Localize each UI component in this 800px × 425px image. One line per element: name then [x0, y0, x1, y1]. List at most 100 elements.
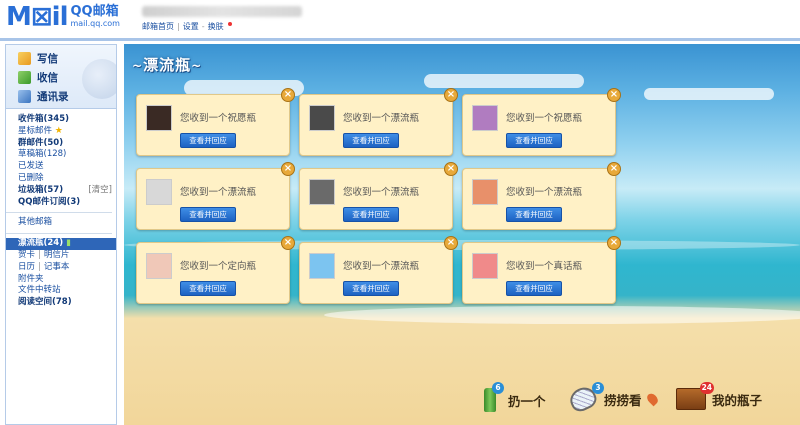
bottle-message: 您收到一个定向瓶 — [180, 261, 257, 272]
folder-list: 收件箱(345) 星标邮件 ★ 群邮件(50) 草稿箱(128) 已发送 已删除… — [6, 109, 116, 309]
penguin-watermark — [82, 59, 116, 99]
folder-subscriptions[interactable]: QQ邮件订阅(3) — [18, 197, 116, 209]
close-icon[interactable]: × — [607, 162, 621, 176]
folder-other-mailbox[interactable]: 其他邮箱 — [18, 217, 116, 229]
link-file-transfer[interactable]: 文件中转站 — [18, 285, 116, 297]
folder-deleted[interactable]: 已删除 — [18, 173, 116, 185]
view-respond-button[interactable]: 查看并回应 — [343, 133, 399, 148]
my-bottles-badge: 24 — [699, 382, 714, 394]
view-respond-button[interactable]: 查看并回应 — [343, 207, 399, 222]
drift-bottle-panel: ~漂流瓶~ 您收到一个祝愿瓶 查看并回应 × 您收到一个漂流瓶 查看并回应 × … — [124, 44, 800, 425]
link-postcard[interactable]: 明信片 — [44, 250, 70, 260]
avatar — [146, 105, 172, 131]
bottle-card: 您收到一个真话瓶 查看并回应 × — [462, 236, 621, 304]
avatar — [309, 105, 335, 131]
folder-inbox[interactable]: 收件箱(345) — [18, 114, 116, 126]
avatar — [309, 179, 335, 205]
bottle-message: 您收到一个漂流瓶 — [343, 261, 420, 272]
my-bottles-button[interactable]: 24 我的瓶子 — [676, 382, 762, 410]
close-icon[interactable]: × — [607, 236, 621, 250]
bottle-card: 您收到一个漂流瓶 查看并回应 × — [299, 88, 458, 156]
link-notes[interactable]: 记事本 — [44, 262, 70, 272]
star-icon: ★ — [54, 125, 63, 136]
logo-url: mail.qq.com — [70, 19, 120, 28]
empty-spam-link[interactable]: [清空] — [88, 185, 112, 197]
logo-title: QQ邮箱 — [70, 4, 119, 19]
close-icon[interactable]: × — [444, 236, 458, 250]
folder-starred[interactable]: 星标邮件 ★ — [18, 126, 116, 138]
link-greeting-card[interactable]: 贺卡 — [18, 250, 35, 260]
folder-drafts[interactable]: 草稿箱(128) — [18, 149, 116, 161]
bottle-card: 您收到一个漂流瓶 查看并回应 × — [299, 162, 458, 230]
folder-drift-bottle[interactable]: 漂流瓶(24) ▮ — [6, 238, 116, 250]
folder-group[interactable]: 群邮件(50) — [18, 138, 116, 150]
sidebar: 写信 收信 通讯录 收件箱(345) 星标邮件 ★ 群邮件(50) 草稿箱(12… — [5, 44, 117, 425]
link-mail-home[interactable]: 邮箱首页 — [142, 21, 174, 32]
view-respond-button[interactable]: 查看并回应 — [506, 207, 562, 222]
top-links: 邮箱首页 | 设置 - 换肤 — [142, 21, 232, 32]
avatar — [472, 105, 498, 131]
bottle-message: 您收到一个漂流瓶 — [506, 187, 583, 198]
bottle-message: 您收到一个真话瓶 — [506, 261, 583, 272]
bottle-card: 您收到一个漂流瓶 查看并回应 × — [136, 162, 295, 230]
divider — [6, 212, 112, 214]
link-attachments[interactable]: 附件夹 — [18, 274, 116, 286]
close-icon[interactable]: × — [444, 162, 458, 176]
view-respond-button[interactable]: 查看并回应 — [506, 281, 562, 296]
close-icon[interactable]: × — [444, 88, 458, 102]
bottle-card: 您收到一个定向瓶 查看并回应 × — [136, 236, 295, 304]
cloud — [644, 88, 774, 100]
divider — [6, 233, 112, 235]
bottle-card: 您收到一个漂流瓶 查看并回应 × — [299, 236, 458, 304]
link-calendar[interactable]: 日历 — [18, 262, 35, 272]
close-icon[interactable]: × — [281, 162, 295, 176]
view-respond-button[interactable]: 查看并回应 — [180, 281, 236, 296]
wave-shore — [324, 306, 800, 324]
qq-mail-logo[interactable]: M⊠il QQ邮箱 mail.qq.com — [6, 4, 120, 32]
bottle-card: 您收到一个漂流瓶 查看并回应 × — [462, 162, 621, 230]
extra-calendar: 日历 | 记事本 — [18, 261, 70, 272]
fish-count-badge: 3 — [592, 382, 604, 394]
user-account-redacted — [142, 6, 302, 17]
receive-icon — [18, 71, 31, 84]
bottle-card: 您收到一个祝愿瓶 查看并回应 × — [462, 88, 621, 156]
bottle-message: 您收到一个祝愿瓶 — [180, 113, 257, 124]
link-reading-space[interactable]: 阅读空间(78) — [18, 297, 116, 309]
avatar — [472, 179, 498, 205]
link-settings[interactable]: 设置 — [183, 21, 199, 32]
link-skin[interactable]: 换肤 — [208, 21, 224, 32]
close-icon[interactable]: × — [281, 236, 295, 250]
cloud — [424, 74, 584, 88]
view-respond-button[interactable]: 查看并回应 — [343, 281, 399, 296]
close-icon[interactable]: × — [281, 88, 295, 102]
logo-mark: M⊠il — [6, 2, 68, 32]
contacts-icon — [18, 90, 31, 103]
bottle-message: 您收到一个漂流瓶 — [343, 113, 420, 124]
bottle-icon: ▮ — [66, 238, 71, 249]
avatar — [146, 253, 172, 279]
location-pin-icon[interactable] — [644, 391, 660, 407]
folder-sent[interactable]: 已发送 — [18, 161, 116, 173]
bottle-card: 您收到一个祝愿瓶 查看并回应 × — [136, 88, 295, 156]
throw-bottle-button[interactable]: 6 扔一个 — [484, 382, 546, 412]
header-divider — [0, 38, 800, 41]
view-respond-button[interactable]: 查看并回应 — [180, 207, 236, 222]
view-respond-button[interactable]: 查看并回应 — [180, 133, 236, 148]
bottle-message: 您收到一个漂流瓶 — [343, 187, 420, 198]
folder-spam[interactable]: 垃圾箱(57) [清空] — [18, 185, 116, 197]
avatar — [472, 253, 498, 279]
throw-count-badge: 6 — [492, 382, 504, 394]
avatar — [146, 179, 172, 205]
view-respond-button[interactable]: 查看并回应 — [506, 133, 562, 148]
fish-bottle-button[interactable]: 3 捞捞看 — [566, 382, 660, 415]
quick-actions: 写信 收信 通讯录 — [6, 45, 116, 109]
close-icon[interactable]: × — [607, 88, 621, 102]
bottle-message: 您收到一个祝愿瓶 — [506, 113, 583, 124]
header: M⊠il QQ邮箱 mail.qq.com 邮箱首页 | 设置 - 换肤 — [0, 0, 800, 41]
page-title: ~漂流瓶~ — [132, 56, 203, 74]
extra-cards: 贺卡 | 明信片 — [18, 249, 70, 260]
avatar — [309, 253, 335, 279]
new-dot-icon — [227, 21, 232, 26]
compose-icon — [18, 52, 31, 65]
bottle-message: 您收到一个漂流瓶 — [180, 187, 257, 198]
